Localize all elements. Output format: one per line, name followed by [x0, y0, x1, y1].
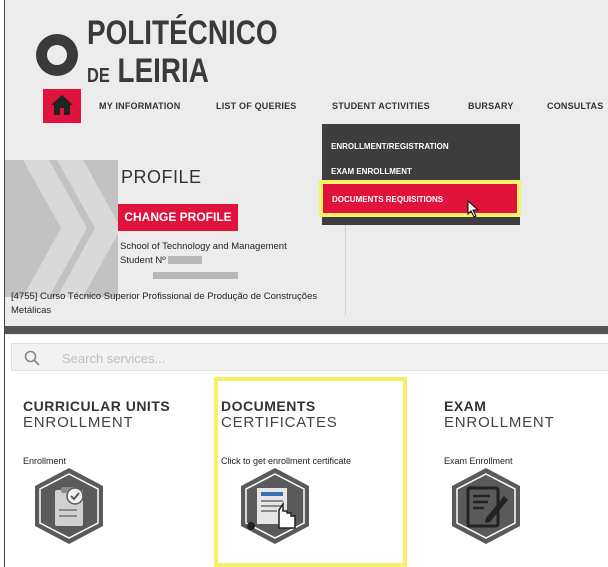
- school-name: School of Technology and Management: [120, 241, 287, 252]
- redacted-student-name: [153, 272, 238, 279]
- logo-text-line2: DE LEIRIA: [87, 52, 209, 91]
- service-card-exam-enrollment[interactable]: EXAM ENROLLMENT Exam Enrollment: [444, 388, 608, 567]
- profile-image: [5, 160, 118, 297]
- student-number-label: Student Nº: [120, 255, 166, 266]
- card-link-exam-enrollment[interactable]: Exam Enrollment: [444, 456, 513, 466]
- service-card-curricular-units[interactable]: CURRICULAR UNITS ENROLLMENT Enrollment: [23, 388, 213, 567]
- chevron-right-icon: [23, 160, 118, 297]
- logo-text-leiria: LEIRIA: [117, 52, 209, 90]
- home-button[interactable]: [43, 89, 81, 123]
- logo[interactable]: POLITÉCNICO DE LEIRIA: [20, 12, 608, 94]
- search-icon: [24, 350, 40, 366]
- page: POLITÉCNICO DE LEIRIA MY INFORMATION LIS…: [4, 0, 608, 567]
- nav-bursary[interactable]: BURSARY: [468, 101, 514, 111]
- nav-my-information[interactable]: MY INFORMATION: [99, 101, 180, 111]
- dropdown-item-exam-enrollment[interactable]: EXAM ENROLLMENT: [331, 167, 412, 176]
- card-link-enrollment[interactable]: Enrollment: [23, 456, 66, 466]
- card-title: EXAM: [444, 398, 487, 414]
- student-number: Student Nº: [120, 255, 202, 266]
- logo-text-de: DE: [87, 65, 110, 87]
- dropdown-item-enrollment-registration[interactable]: ENROLLMENT/REGISTRATION: [331, 142, 449, 151]
- profile-title: PROFILE: [121, 167, 202, 187]
- home-icon: [51, 95, 73, 115]
- card-title: CURRICULAR UNITS: [23, 398, 171, 414]
- mouse-cursor-icon: [467, 200, 480, 218]
- nav-list-of-queries[interactable]: LIST OF QUERIES: [216, 101, 297, 111]
- highlight-box: [214, 377, 407, 567]
- logo-text-line1: POLITÉCNICO: [87, 14, 278, 52]
- nav-student-activities[interactable]: STUDENT ACTIVITIES: [332, 101, 430, 111]
- redacted-student-number: [167, 256, 202, 265]
- edit-document-icon[interactable]: [450, 466, 522, 546]
- search-bar: [11, 343, 608, 371]
- header-divider: [5, 326, 608, 334]
- main-nav: MY INFORMATION LIST OF QUERIES STUDENT A…: [5, 88, 608, 124]
- highlight-box: [319, 180, 521, 217]
- nav-consultas[interactable]: CONSULTAS: [547, 101, 603, 111]
- course-name: [4755] Curso Técnico Superior Profission…: [11, 291, 318, 316]
- card-subtitle: ENROLLMENT: [444, 414, 555, 431]
- change-profile-button[interactable]: CHANGE PROFILE: [118, 204, 238, 231]
- logo-mark-icon: [36, 34, 78, 76]
- clipboard-check-icon[interactable]: [33, 466, 105, 546]
- card-subtitle: ENROLLMENT: [23, 414, 134, 431]
- search-input[interactable]: [62, 348, 562, 368]
